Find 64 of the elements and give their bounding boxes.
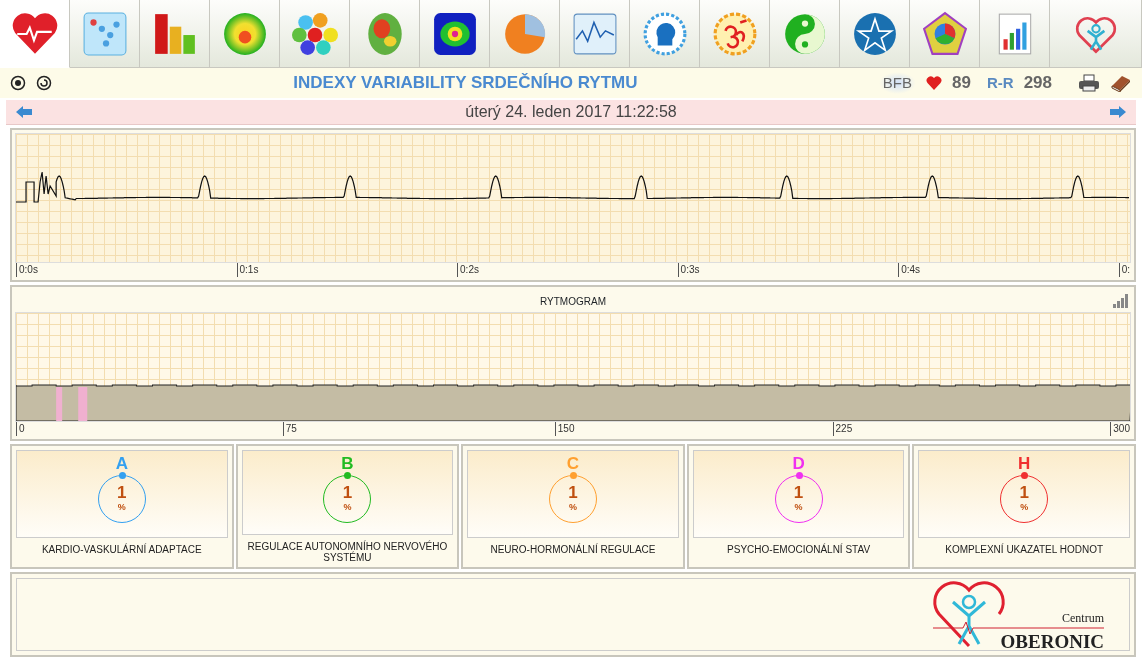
indicator-letter: B [341, 453, 354, 475]
sphere-icon [221, 10, 268, 57]
indicator-unit: % [117, 500, 126, 514]
chart-title: RYTMOGRAM [540, 294, 606, 309]
axis-tick-label: 0 [16, 422, 25, 436]
rr-value: 298 [1023, 72, 1052, 95]
module-tab[interactable] [980, 0, 1050, 68]
previous-arrow-icon[interactable] [16, 106, 32, 118]
logo-text: OBERONIC [1000, 630, 1104, 650]
axis-tick-label: 0:3s [677, 263, 700, 277]
axis-tick-label: 0:1s [236, 263, 259, 277]
module-tab[interactable] [840, 0, 910, 68]
indicator-label: NEURO-HORMONÁLNÍ REGULACE [489, 544, 657, 555]
indicator-letter: A [115, 453, 128, 475]
module-tab[interactable] [700, 0, 770, 68]
page-title: INDEXY VARIABILITY SRDEČNÍHO RYTMU [292, 72, 639, 95]
indicator-letter: C [566, 453, 580, 475]
scatter-plot-icon [81, 10, 128, 57]
axis-tick-label: 300 [1110, 422, 1130, 436]
indicator-unit: % [568, 500, 577, 514]
bfb-label: BFB [878, 71, 917, 95]
axis-tick-label: 75 [282, 422, 297, 436]
rr-label: R-R [986, 72, 1014, 93]
axis-tick-label: 0:4s [898, 263, 921, 277]
axis-tick-label: 225 [832, 422, 853, 436]
signal-bars-icon[interactable] [1113, 294, 1129, 308]
indicator-label: PSYCHO-EMOCIONÁLNÍ STAV [726, 544, 872, 555]
module-tab[interactable] [140, 0, 210, 68]
module-tab[interactable] [280, 0, 350, 68]
logo-small-text: Centrum [1062, 610, 1104, 625]
module-tab[interactable] [910, 0, 980, 68]
next-arrow-icon[interactable] [1110, 106, 1126, 118]
indicator-unit: % [1020, 500, 1029, 514]
indicator-value: 1 [568, 483, 578, 501]
module-tab[interactable] [630, 0, 700, 68]
axis-tick-label: 150 [554, 422, 575, 436]
axis-tick-label: 0: [1118, 263, 1130, 277]
date-time: úterý 24. leden 2017 11:22:58 [465, 102, 677, 122]
indicator-unit: % [343, 500, 352, 514]
indicator-letter: D [792, 453, 805, 475]
line-chart-icon [571, 10, 618, 57]
indicator-label: KOMPLEXNÍ UKAZATEL HODNOT [944, 544, 1105, 555]
om-icon [711, 10, 758, 57]
module-tab[interactable] [420, 0, 490, 68]
heart-rate: 89 [952, 72, 971, 95]
radio-icon[interactable] [10, 75, 26, 91]
axis-tick-label: 0:2s [457, 263, 479, 277]
indicator-letter: H [1018, 453, 1031, 475]
head-icon [641, 10, 688, 57]
refresh-icon[interactable] [36, 75, 52, 91]
indicator-value: 1 [117, 483, 127, 501]
heart-icon [926, 76, 943, 90]
printer-icon[interactable] [1078, 74, 1100, 92]
indicator-value: 1 [793, 483, 804, 501]
pentagon-icon [921, 10, 968, 57]
indicator-value: 1 [342, 483, 353, 501]
indicator-value: 1 [1019, 483, 1029, 501]
axis-tick-label: 0:0s [16, 263, 38, 277]
module-tab[interactable] [0, 0, 70, 68]
book-icon[interactable] [1110, 74, 1132, 92]
indicator-label: REGULACE AUTONOMNÍHO NERVOVÉHO SYSTÉMU [246, 541, 449, 563]
indicator-label: KARDIO-VASKULÁRNÍ ADAPTACE [40, 544, 203, 555]
indicator-unit: % [794, 500, 803, 514]
mandala-icon [431, 10, 478, 57]
